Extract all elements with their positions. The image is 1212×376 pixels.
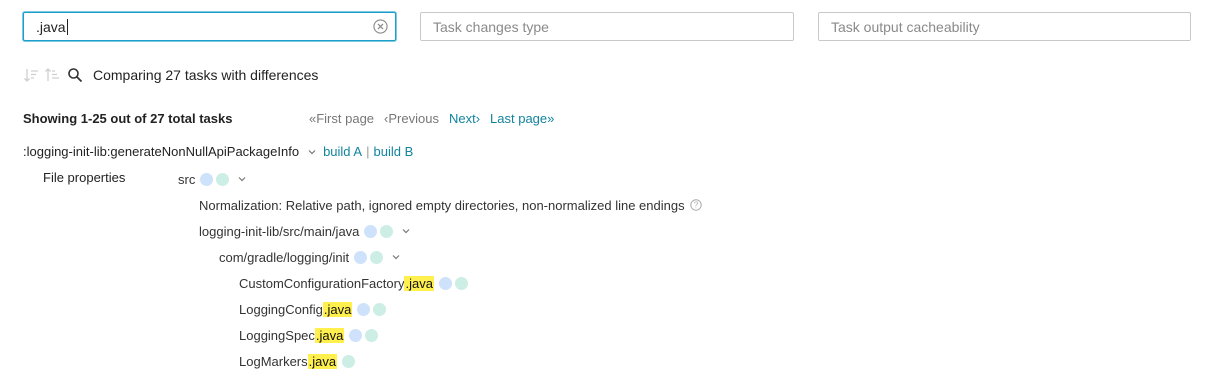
task-path: :logging-init-lib:generateNonNullApiPack… xyxy=(23,144,300,159)
chevron-down-icon[interactable] xyxy=(307,147,317,157)
file-properties-label: File properties xyxy=(43,170,126,185)
file-tree-root[interactable]: src xyxy=(178,170,247,188)
build-b-dot xyxy=(370,250,384,264)
build-b-dot xyxy=(454,276,468,290)
showing-count: Showing 1-25 out of 27 total tasks xyxy=(23,111,233,126)
build-b-dot xyxy=(216,172,230,186)
clear-icon[interactable] xyxy=(373,19,388,34)
changes-type-placeholder: Task changes type xyxy=(433,18,549,35)
sort-ascending-icon[interactable] xyxy=(44,67,60,83)
build-b-link[interactable]: build B xyxy=(374,144,414,159)
directory-label: logging-init-lib/src/main/java xyxy=(199,223,360,239)
build-b-dot xyxy=(373,302,387,316)
file-name-base: CustomConfigurationFactory xyxy=(239,275,405,291)
svg-text:?: ? xyxy=(693,201,698,210)
normalization-info: Normalization: Relative path, ignored em… xyxy=(199,196,702,214)
file-name-base: LoggingSpec xyxy=(239,327,315,343)
chevron-down-icon[interactable] xyxy=(237,174,247,184)
tree-root-label: src xyxy=(178,171,196,187)
task-changes-type-filter[interactable]: Task changes type xyxy=(420,12,794,41)
search-match-highlight: .java xyxy=(307,353,338,369)
tree-directory[interactable]: com/gradle/logging/init xyxy=(219,248,401,266)
build-a-dot xyxy=(354,250,368,264)
build-a-dot xyxy=(364,224,378,238)
last-page-link[interactable]: Last page» xyxy=(490,111,554,126)
help-icon[interactable]: ? xyxy=(689,199,702,211)
previous-page-link[interactable]: ‹Previous xyxy=(384,111,439,126)
task-path-filter-input[interactable]: .java xyxy=(23,12,396,41)
comparison-summary: Comparing 27 tasks with differences xyxy=(93,67,319,83)
build-a-link[interactable]: build A xyxy=(323,144,362,159)
pagination: «First page ‹Previous Next› Last page» xyxy=(309,111,554,126)
build-b-dot xyxy=(342,354,356,368)
build-b-dot xyxy=(380,224,394,238)
file-name-base: LoggingConfig xyxy=(239,301,323,317)
build-b-dot xyxy=(365,328,379,342)
tree-file[interactable]: LoggingConfig .java xyxy=(239,300,387,318)
cacheability-placeholder: Task output cacheability xyxy=(831,18,980,35)
search-match-highlight: .java xyxy=(404,275,434,291)
task-output-cacheability-filter[interactable]: Task output cacheability xyxy=(818,12,1191,41)
task-row: :logging-init-lib:generateNonNullApiPack… xyxy=(23,144,413,159)
chevron-down-icon[interactable] xyxy=(401,226,411,236)
next-page-link[interactable]: Next› xyxy=(449,111,480,126)
text-cursor xyxy=(66,18,68,35)
first-page-link[interactable]: «First page xyxy=(309,111,374,126)
search-match-highlight: .java xyxy=(322,301,353,317)
comparison-toolbar: Comparing 27 tasks with differences xyxy=(23,66,318,84)
filter-input-value: .java xyxy=(36,18,66,35)
build-a-dot xyxy=(438,276,452,290)
normalization-text: Normalization: Relative path, ignored em… xyxy=(199,197,685,213)
tree-file[interactable]: LoggingSpec .java xyxy=(239,326,379,344)
build-a-dot xyxy=(200,172,214,186)
build-separator: | xyxy=(366,144,370,159)
tree-directory[interactable]: logging-init-lib/src/main/java xyxy=(199,222,411,240)
search-icon[interactable] xyxy=(67,67,83,83)
chevron-down-icon[interactable] xyxy=(391,252,401,262)
sort-descending-icon[interactable] xyxy=(23,67,39,83)
tree-file[interactable]: CustomConfigurationFactory .java xyxy=(239,274,468,292)
directory-label: com/gradle/logging/init xyxy=(219,249,350,265)
tree-file[interactable]: LogMarkers .java xyxy=(239,352,356,370)
build-a-dot xyxy=(349,328,363,342)
build-a-dot xyxy=(357,302,371,316)
file-name-base: LogMarkers xyxy=(239,353,308,369)
search-match-highlight: .java xyxy=(314,327,345,343)
